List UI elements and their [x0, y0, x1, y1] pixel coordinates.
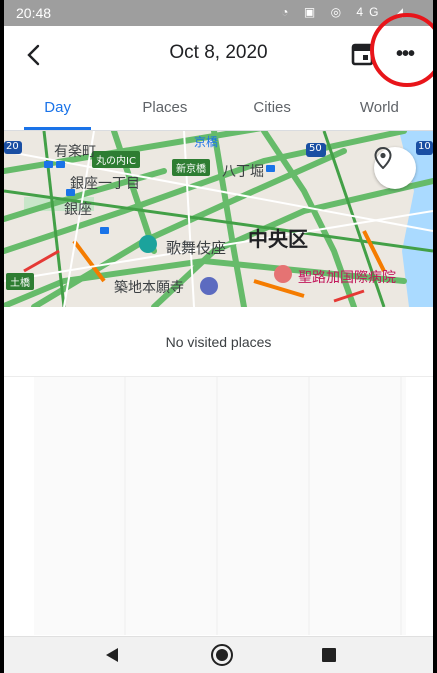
status-bar: 20:48 ◔ ▣ ◎ 4G ◢	[4, 0, 433, 26]
triangle-back-icon	[106, 648, 118, 662]
map-label-shinkyobashi: 新京橋	[172, 159, 210, 176]
map-label-tsuchihashi: 土橋	[6, 273, 34, 290]
nav-home-button[interactable]	[210, 643, 234, 672]
nav-recents-button[interactable]	[322, 648, 336, 667]
map-label-ginza: 銀座	[64, 202, 92, 218]
empty-state-message: No visited places	[4, 307, 433, 377]
vibrate-icon: ▣	[303, 5, 322, 19]
route-shield-10: 10	[418, 141, 431, 152]
location-icon: ◎	[330, 5, 348, 19]
map-view[interactable]: 丸の内IC 有楽町 京橋 新京橋 八丁堀 銀座一丁目 銀座 歌舞伎座 中央区 土…	[4, 131, 433, 307]
route-shield-20: 20	[6, 141, 19, 152]
location-pin-icon	[374, 147, 392, 169]
tab-world[interactable]: World	[326, 90, 433, 128]
map-label-chuo-ku: 中央区	[248, 227, 308, 251]
map-label-ginza-1: 銀座一丁目	[70, 176, 140, 192]
system-nav-bar	[4, 636, 433, 673]
map-label-yurakucho: 有楽町	[54, 144, 96, 160]
tab-places[interactable]: Places	[111, 90, 218, 128]
network-type-label: 4G	[356, 5, 385, 19]
tab-cities[interactable]: Cities	[219, 90, 326, 128]
signal-icon: ◔	[281, 5, 295, 19]
square-recents-icon	[322, 648, 336, 662]
tab-bar: Day Places Cities World	[4, 90, 433, 130]
phone-screen: 20:48 ◔ ▣ ◎ 4G ◢ Oct 8, 2020 ••• Day Pla…	[4, 0, 433, 673]
map-label-kyobashi: 京橋	[194, 135, 219, 149]
circle-home-icon	[211, 644, 233, 666]
nav-back-button[interactable]	[104, 647, 120, 668]
route-shield-50: 50	[309, 143, 322, 154]
app-bar: Oct 8, 2020 •••	[4, 26, 433, 84]
map-label-marunouchi-ic: 丸の内IC	[92, 151, 140, 168]
status-time: 20:48	[16, 5, 52, 21]
map-location-button[interactable]	[374, 147, 416, 189]
map-label-kabukiza: 歌舞伎座	[166, 239, 227, 257]
map-label-hospital: 聖路加国際病院	[298, 270, 396, 286]
map-label-hatchobori: 八丁堀	[222, 164, 264, 180]
empty-timeline-area	[34, 377, 406, 635]
map-label-tsukiji: 築地本願寺	[114, 280, 184, 296]
tab-day[interactable]: Day	[4, 90, 111, 130]
